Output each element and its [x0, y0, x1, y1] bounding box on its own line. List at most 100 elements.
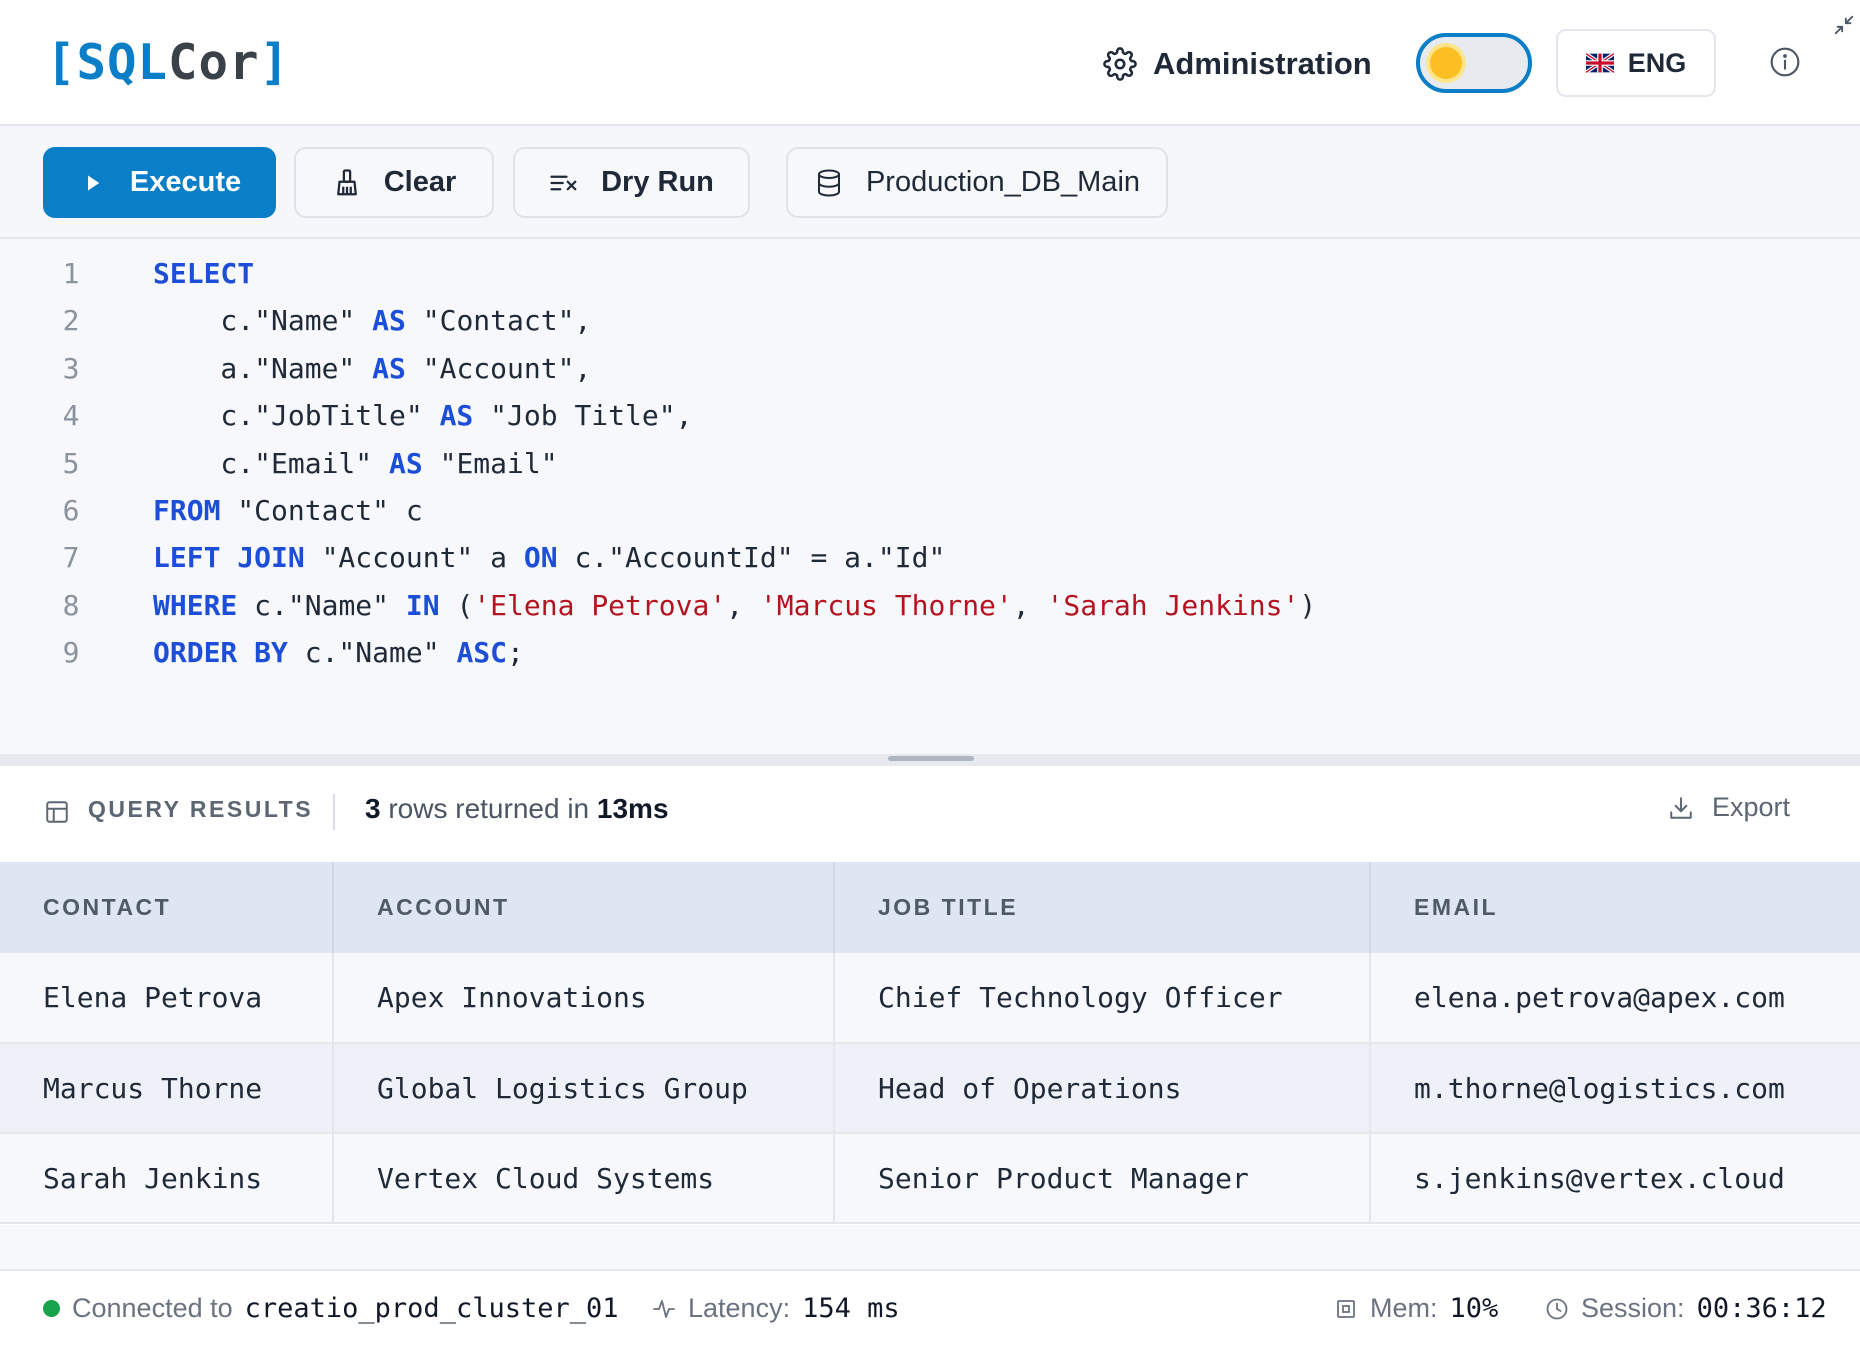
sql-keyword: AS — [439, 399, 474, 433]
sql-text: c."Email" — [153, 446, 390, 480]
cell-email[interactable]: elena.petrova@apex.com — [1370, 953, 1860, 1044]
code-line[interactable]: 7 LEFT JOIN "Account" a ON c."AccountId" … — [0, 534, 1860, 581]
database-icon — [817, 169, 840, 197]
rows-returned-text: rows returned in — [380, 793, 597, 824]
sql-editor[interactable]: 1 SELECT 2 c."Name" AS "Contact", 3 a."Name… — [0, 239, 1860, 754]
column-header-contact[interactable]: CONTACT — [0, 862, 334, 953]
code-line[interactable]: 5 c."Email" AS "Email" — [0, 440, 1860, 487]
code-text: SELECT — [153, 250, 254, 297]
row-count: 3 — [365, 793, 381, 824]
code-text: c."JobTitle" AS "Job Title", — [153, 392, 692, 439]
logo-bracket-open: [ — [46, 34, 77, 91]
cell-contact[interactable]: Marcus Thorne — [0, 1043, 334, 1134]
sql-text: c."Name" — [237, 588, 406, 622]
pane-splitter[interactable] — [0, 754, 1860, 766]
session-status: Session: 00:36:12 — [1545, 1293, 1827, 1324]
sql-text: c."Name" — [153, 304, 373, 338]
sql-keyword: ASC — [456, 636, 508, 670]
execute-label: Execute — [129, 166, 242, 198]
dry-run-button[interactable]: Dry Run — [513, 147, 750, 218]
sql-text: ( — [439, 588, 474, 622]
table-icon — [46, 801, 68, 823]
sun-icon — [1430, 47, 1462, 79]
cell-job-title[interactable]: Chief Technology Officer — [834, 953, 1371, 1044]
memory-label: Mem: — [1370, 1293, 1438, 1323]
cell-contact[interactable]: Sarah Jenkins — [0, 1133, 334, 1224]
dry-run-label: Dry Run — [601, 166, 714, 198]
cell-account[interactable]: Vertex Cloud Systems — [333, 1133, 835, 1224]
play-icon — [87, 175, 100, 190]
status-bar: Connected to creatio_prod_cluster_01 Lat… — [0, 1269, 1860, 1345]
cell-contact[interactable]: Elena Petrova — [0, 953, 334, 1044]
latency-status: Latency: 154 ms — [652, 1293, 900, 1324]
code-line[interactable]: 3 a."Name" AS "Account", — [0, 345, 1860, 392]
code-line[interactable]: 9 ORDER BY c."Name" ASC; — [0, 629, 1860, 676]
query-duration: 13ms — [596, 793, 669, 824]
sql-text: "Account", — [405, 351, 592, 385]
clock-icon — [1546, 1298, 1568, 1319]
broom-icon — [336, 168, 357, 195]
sql-keyword: AS — [389, 446, 423, 480]
export-label: Export — [1712, 792, 1791, 822]
code-text: WHERE c."Name" IN ('Elena Petrova', 'Mar… — [153, 582, 1316, 629]
memory-value: 10% — [1449, 1293, 1499, 1324]
collapse-icon[interactable] — [1833, 14, 1855, 36]
pulse-icon — [653, 1299, 675, 1318]
column-header-job-title[interactable]: JOB TITLE — [834, 862, 1371, 953]
code-line[interactable]: 4 c."JobTitle" AS "Job Title", — [0, 392, 1860, 439]
line-number: 9 — [62, 636, 80, 670]
clear-button[interactable]: Clear — [294, 147, 494, 218]
sql-string: 'Elena Petrova' — [473, 588, 727, 622]
info-icon[interactable] — [1769, 46, 1801, 78]
sql-keyword: WHERE — [153, 588, 238, 622]
code-text: ORDER BY c."Name" ASC; — [153, 629, 524, 676]
code-line[interactable]: 1 SELECT — [0, 250, 1860, 297]
sql-text: "Contact", — [405, 304, 592, 338]
table-row[interactable]: Marcus Thorne Global Logistics Group Hea… — [0, 1043, 1860, 1134]
sql-text: "Job Title", — [473, 399, 693, 433]
code-text: a."Name" AS "Account", — [153, 345, 591, 392]
results-divider — [333, 794, 335, 830]
language-selector[interactable]: ENG — [1556, 29, 1716, 97]
sql-text: "Email" — [422, 446, 558, 480]
memory-status: Mem: 10% — [1334, 1293, 1498, 1324]
administration-button[interactable]: Administration — [1103, 42, 1372, 86]
theme-toggle[interactable] — [1416, 33, 1532, 93]
database-selector[interactable]: Production_DB_Main — [786, 147, 1168, 218]
column-header-email[interactable]: EMAIL — [1370, 862, 1860, 953]
results-summary: 3 rows returned in 13ms — [365, 793, 669, 825]
cell-email[interactable]: m.thorne@logistics.com — [1370, 1043, 1860, 1134]
sql-keyword: LEFT JOIN — [153, 541, 305, 575]
app-header: [SQLCor] Administration ENG — [0, 0, 1860, 126]
cell-job-title[interactable]: Head of Operations — [834, 1043, 1371, 1134]
line-number: 7 — [62, 541, 80, 575]
execute-button[interactable]: Execute — [43, 147, 276, 218]
logo-bracket-close: ] — [259, 34, 291, 91]
line-number: 6 — [62, 494, 80, 527]
column-header-account[interactable]: ACCOUNT — [333, 862, 835, 953]
logo-cor: Cor — [168, 34, 260, 91]
sql-keyword: IN — [405, 588, 440, 622]
cell-job-title[interactable]: Senior Product Manager — [834, 1133, 1371, 1224]
sql-string: 'Marcus Thorne' — [759, 588, 1013, 622]
app-logo[interactable]: [SQLCor] — [46, 30, 290, 96]
cell-account[interactable]: Apex Innovations — [333, 953, 835, 1044]
connected-dot-icon — [43, 1300, 60, 1317]
export-button[interactable]: Export — [1668, 792, 1790, 823]
code-line[interactable]: 6 FROM "Contact" c — [0, 487, 1860, 534]
splitter-handle[interactable] — [888, 756, 974, 761]
code-text: FROM "Contact" c — [153, 487, 423, 534]
session-label: Session: — [1581, 1293, 1685, 1323]
code-line[interactable]: 2 c."Name" AS "Contact", — [0, 297, 1860, 344]
code-line[interactable]: 8 WHERE c."Name" IN ('Elena Petrova', 'Ma… — [0, 582, 1860, 629]
results-title: QUERY RESULTS — [88, 796, 314, 822]
line-number: 4 — [62, 399, 80, 433]
code-text: c."Name" AS "Contact", — [153, 297, 591, 344]
cell-account[interactable]: Global Logistics Group — [333, 1043, 835, 1134]
table-row[interactable]: Sarah Jenkins Vertex Cloud Systems Senio… — [0, 1133, 1860, 1224]
cell-email[interactable]: s.jenkins@vertex.cloud — [1370, 1133, 1860, 1224]
table-row[interactable]: Elena Petrova Apex Innovations Chief Tec… — [0, 953, 1860, 1044]
sql-text: c."Name" — [287, 636, 457, 670]
results-table: CONTACT ACCOUNT JOB TITLE EMAIL Elena Pe… — [0, 862, 1860, 1224]
administration-label: Administration — [1153, 46, 1372, 81]
